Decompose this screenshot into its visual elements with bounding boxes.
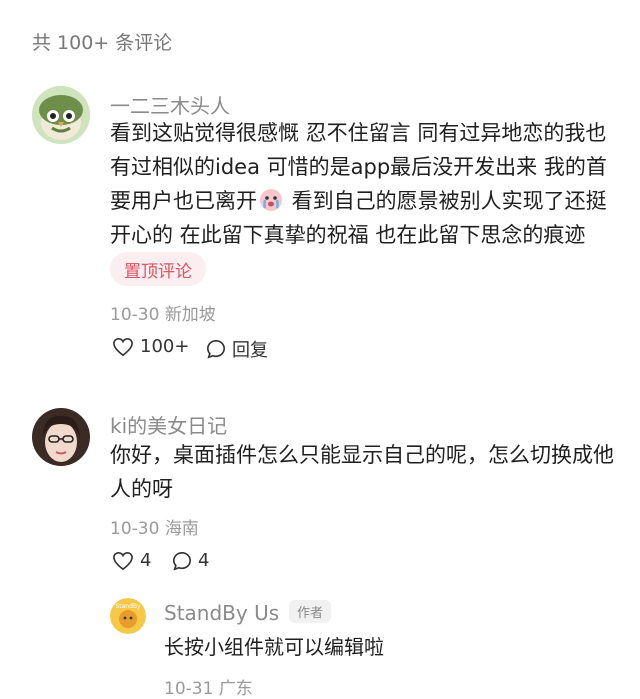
reply-button[interactable]: 回复 (206, 336, 268, 362)
reply-text: 长按小组件就可以编辑啦 (164, 635, 384, 659)
like-count: 4 (140, 550, 152, 571)
standby-logo-avatar: StandBy (110, 598, 146, 634)
username[interactable]: ki的美女日记 (110, 410, 227, 439)
like-button[interactable]: 4 (112, 550, 151, 571)
comment-line: 要用户也已离开 看到自己的愿景被别人实现了还挺 (110, 184, 630, 218)
comment-location: 新加坡 (164, 305, 216, 325)
reply-username-row: StandBy Us 作者 (164, 600, 332, 625)
heart-icon (113, 337, 133, 356)
pinned-comment-tag: 置顶评论 (110, 252, 206, 286)
reply-button[interactable]: 4 (172, 550, 209, 571)
username[interactable]: StandBy Us (164, 601, 279, 625)
comment-line-segment: 看到自己的愿景被别人实现了还挺 (285, 189, 607, 213)
heart-icon (113, 551, 133, 570)
comment-line: 你好，桌面插件怎么只能显示自己的呢，怎么切换成他 (110, 443, 614, 467)
comment-date: 10-30 (110, 305, 160, 325)
comment-date: 10-30 (110, 519, 160, 539)
avatar-logo-text: StandBy (115, 603, 141, 610)
crying-face-icon (260, 189, 282, 211)
avatar[interactable]: StandBy (110, 598, 146, 634)
avatar[interactable] (32, 86, 90, 144)
reply-label: 回复 (232, 340, 268, 361)
comment-line: 人的呀 (110, 477, 173, 501)
comment-text: 看到这贴觉得很感慨 忍不住留言 同有过异地恋的我也 有过相似的idea 可惜的是… (110, 116, 630, 252)
username[interactable]: 一二三木头人 (110, 90, 230, 119)
comment-meta: 10-30 新加坡 (110, 300, 216, 325)
comment-line: 看到这贴觉得很感慨 忍不住留言 同有过异地恋的我也 (110, 121, 607, 145)
user-photo-avatar (32, 408, 90, 466)
avatar[interactable] (32, 408, 90, 466)
reply-count: 4 (198, 550, 210, 571)
comment-line: 开心的 在此留下真挚的祝福 也在此留下思念的痕迹 (110, 223, 586, 247)
comment-line: 有过相似的idea 可惜的是app最后没开发出来 我的首 (110, 155, 607, 179)
owl-avatar-icon (32, 86, 90, 144)
author-tag: 作者 (289, 600, 332, 623)
comment-count: 共 100+ 条评论 (32, 32, 173, 54)
comment-text: 你好，桌面插件怎么只能显示自己的呢，怎么切换成他 人的呀 (110, 438, 630, 506)
like-count: 100+ (140, 336, 190, 357)
comment-meta: 10-30 海南 (110, 514, 199, 539)
like-button[interactable]: 100+ (112, 336, 189, 357)
reply-date: 10-31 (164, 679, 214, 699)
reply-location: 广东 (218, 679, 253, 699)
reply-meta: 10-31 广东 (164, 674, 253, 699)
comment-line-segment: 要用户也已离开 (110, 189, 257, 213)
comment-bubble-icon (172, 551, 192, 570)
comment-bubble-icon (206, 339, 226, 359)
comment-location: 海南 (164, 519, 199, 539)
